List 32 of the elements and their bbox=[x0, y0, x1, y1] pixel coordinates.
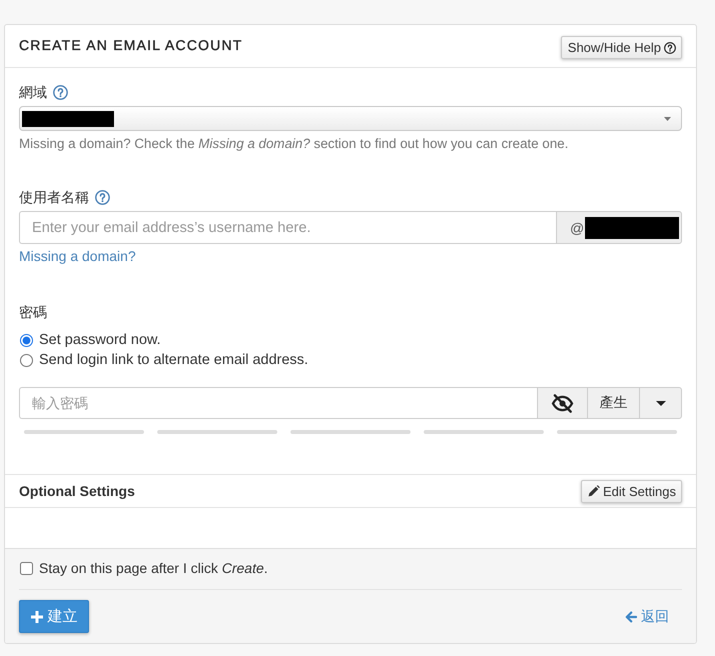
password-label: 密碼 bbox=[19, 303, 47, 321]
help-icon bbox=[664, 42, 676, 54]
pencil-icon bbox=[588, 485, 600, 497]
domain-label: 網域 bbox=[19, 83, 47, 101]
edit-settings-button[interactable]: Edit Settings bbox=[581, 480, 682, 502]
username-label: 使用者名稱 bbox=[19, 188, 89, 206]
stay-on-page-label[interactable]: Stay on this page after I click Create. bbox=[39, 560, 268, 576]
create-button[interactable]: 建立 bbox=[19, 600, 89, 633]
at-sign: @ bbox=[570, 220, 584, 236]
radio-label[interactable]: Set password now. bbox=[39, 332, 161, 348]
checkbox[interactable] bbox=[20, 562, 33, 574]
domain-select[interactable] bbox=[19, 106, 682, 131]
password-input[interactable]: 輸入密碼 bbox=[19, 387, 537, 419]
domain-help-text: Missing a domain? Check the Missing a domain? section to find out how you can create one. bbox=[19, 135, 570, 152]
panel-title: CREATE AN EMAIL ACCOUNT bbox=[19, 37, 243, 53]
radio-button[interactable] bbox=[20, 334, 33, 346]
back-link[interactable]: 返回 bbox=[625, 608, 669, 626]
help-icon[interactable] bbox=[53, 84, 68, 100]
missing-domain-link[interactable]: Missing a domain? bbox=[19, 248, 136, 265]
caret-down-icon bbox=[664, 116, 671, 120]
toggle-visibility-button[interactable] bbox=[537, 387, 587, 419]
username-input[interactable]: Enter your email address’s username here. bbox=[19, 211, 556, 244]
eye-slash-icon bbox=[551, 394, 574, 412]
generate-password-button[interactable]: 產生 bbox=[587, 387, 639, 419]
arrow-left-icon bbox=[625, 610, 637, 622]
radio-button[interactable] bbox=[20, 354, 33, 366]
plus-icon bbox=[30, 610, 42, 622]
section-title: Optional Settings bbox=[19, 483, 135, 499]
caret-down-icon bbox=[656, 400, 666, 406]
help-icon[interactable] bbox=[95, 190, 110, 204]
radio-label[interactable]: Send login link to alternate email address. bbox=[39, 352, 308, 368]
show-hide-help-button[interactable]: Show/Hide Help bbox=[560, 36, 682, 59]
